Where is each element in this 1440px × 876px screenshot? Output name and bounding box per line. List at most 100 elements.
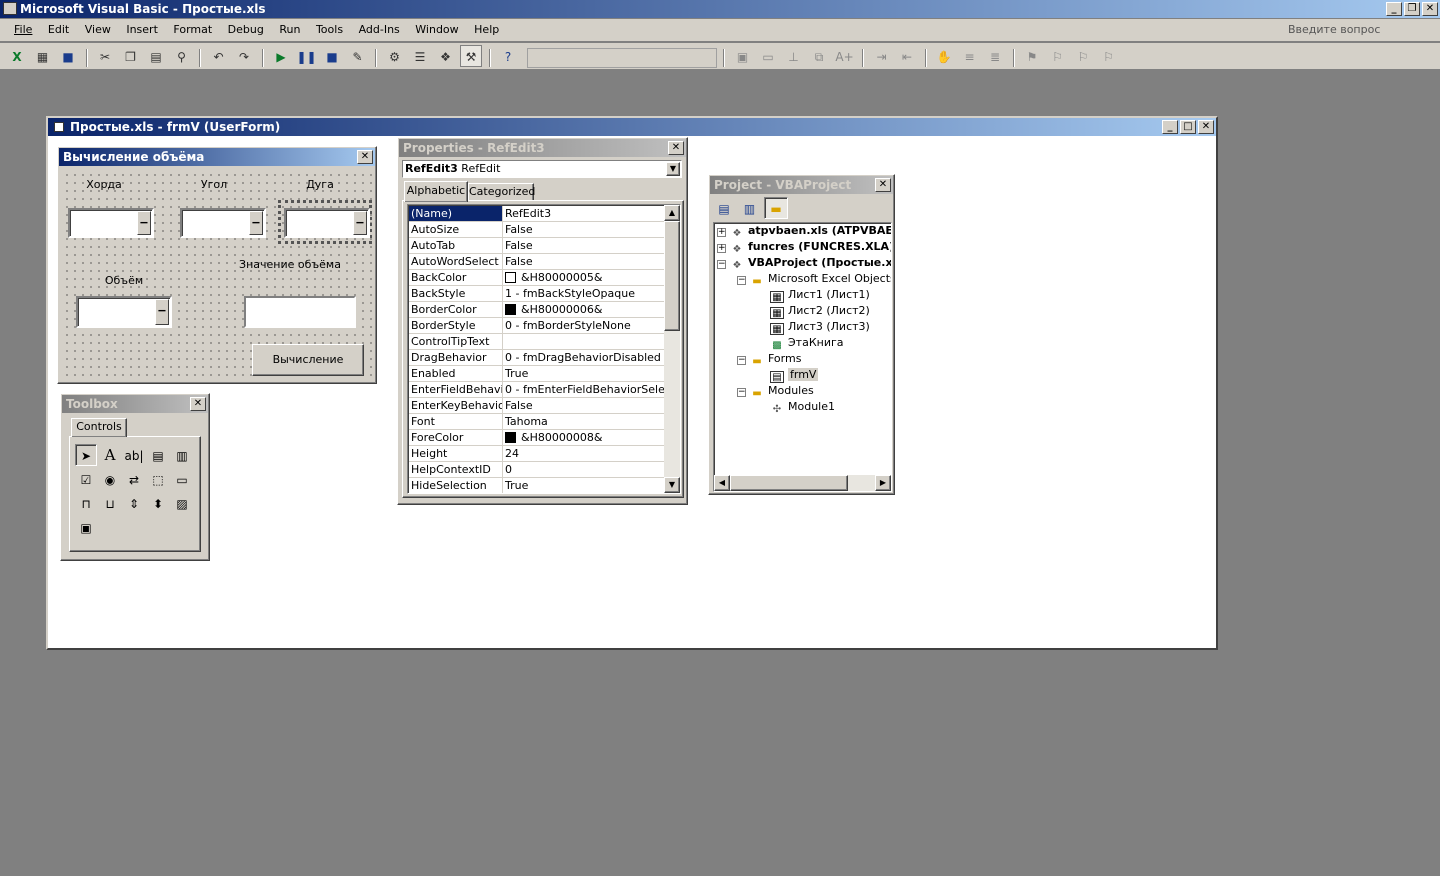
expand-funcres-icon[interactable]: + [717,244,726,253]
toggle-breakpoint-icon[interactable]: ✋ [933,46,955,68]
size-icon[interactable]: ⧉ [808,46,830,68]
property-value[interactable]: 0 - fmEnterFieldBehaviorSelectAll [503,382,665,397]
property-value[interactable]: False [503,222,665,237]
label-chord[interactable]: Хорда [72,178,136,191]
property-row[interactable]: ForeColor &H80000008& [409,430,665,446]
center-icon[interactable]: ⊥ [783,46,805,68]
next-bookmark-icon[interactable]: ⚐ [1047,46,1069,68]
property-value[interactable]: RefEdit3 [503,206,665,221]
tree-node-excel-objects[interactable]: ▬ Microsoft Excel Objects [750,271,891,287]
refedit-arc[interactable]: ▁ [284,208,370,238]
toolbox-tab-controls[interactable]: Controls [71,418,127,437]
refedit-button-icon[interactable]: ▁ [137,211,151,235]
textbox-control-icon[interactable]: ab| [123,445,145,467]
menu-insert[interactable]: Insert [120,20,164,40]
property-value[interactable]: False [503,254,665,269]
tree-node-sheet2[interactable]: ▦ Лист2 (Лист2) [770,303,870,319]
combobox-control-icon[interactable]: ▤ [147,445,169,467]
scroll-thumb[interactable] [664,221,680,331]
form-close-icon[interactable]: ✕ [357,150,373,164]
object-browser-icon[interactable]: ❖ [435,46,457,68]
reset-icon[interactable]: ■ [321,46,343,68]
properties-window-icon[interactable]: ☰ [409,46,431,68]
expand-atp-icon[interactable]: + [717,228,726,237]
hscroll-thumb[interactable] [730,475,848,491]
minimize-icon[interactable]: _ [1386,2,1402,16]
property-row[interactable]: DragBehavior 0 - fmDragBehaviorDisabled [409,350,665,366]
scroll-up-icon[interactable]: ▲ [664,205,680,221]
property-value[interactable] [503,334,665,349]
label-control-icon[interactable]: A [99,444,121,466]
tab-alphabetic[interactable]: Alphabetic [404,181,468,202]
togglebutton-control-icon[interactable]: ⇄ [123,469,145,491]
scroll-left-icon[interactable]: ◀ [714,475,730,491]
undo-icon[interactable]: ↶ [208,46,230,68]
property-value[interactable]: &H80000005& [503,270,665,285]
refedit-button-icon[interactable]: ▁ [353,211,367,235]
multipage-control-icon[interactable]: ⊔ [99,493,121,515]
userform-minimize-icon[interactable]: _ [1162,120,1178,134]
cut-icon[interactable]: ✂ [94,46,116,68]
menu-help[interactable]: Help [468,20,505,40]
restore-icon[interactable]: ❐ [1404,2,1420,16]
bring-front-icon[interactable]: ▣ [732,46,754,68]
textbox-volume-value[interactable] [244,296,356,328]
property-value[interactable]: &H80000008& [503,430,665,445]
property-value[interactable]: 0 - fmBorderStyleNone [503,318,665,333]
toggle-folders-icon[interactable]: ▬ [764,197,788,219]
refedit-control-icon[interactable]: ▣ [75,517,97,539]
tree-node-module1[interactable]: ✣ Module1 [770,399,835,415]
help-question-box[interactable]: Введите вопрос [1284,21,1434,39]
properties-scrollbar[interactable]: ▲ ▼ [664,205,680,493]
property-value[interactable]: 0 [503,462,665,477]
refedit-button-icon[interactable]: ▁ [155,299,169,325]
property-value[interactable]: 24 [503,446,665,461]
find-icon[interactable]: ⚲ [171,46,193,68]
align-icon[interactable]: ▭ [757,46,779,68]
tree-node-sheet3[interactable]: ▦ Лист3 (Лист3) [770,319,870,335]
label-arc[interactable]: Дуга [288,178,352,191]
spinbutton-control-icon[interactable]: ⬍ [147,493,169,515]
property-value[interactable]: Tahoma [503,414,665,429]
project-explorer-icon[interactable]: ⚙ [384,46,406,68]
property-value[interactable]: False [503,398,665,413]
project-hscrollbar[interactable]: ◀ ▶ [714,475,891,491]
save-icon[interactable]: ■ [57,46,79,68]
property-row[interactable]: HelpContextID 0 [409,462,665,478]
refedit-chord[interactable]: ▁ [68,208,154,238]
project-close-icon[interactable]: ✕ [875,178,891,192]
userform-maximize-icon[interactable]: □ [1180,120,1196,134]
property-value[interactable]: True [503,478,665,493]
tree-node-vbaproject[interactable]: ❖ VBAProject (Простые.xl [730,255,891,271]
collapse-modules-icon[interactable]: − [737,388,746,397]
tree-node-funcres[interactable]: ❖ funcres (FUNCRES.XLA) [730,239,891,255]
bookmark-icon[interactable]: ⚑ [1021,46,1043,68]
property-value[interactable]: False [503,238,665,253]
tree-node-sheet1[interactable]: ▦ Лист1 (Лист1) [770,287,870,303]
outdent-icon[interactable]: ⇤ [896,46,918,68]
run-icon[interactable]: ▶ [270,46,292,68]
close-icon[interactable]: ✕ [1422,2,1438,16]
collapse-excel-objects-icon[interactable]: − [737,276,746,285]
menu-format[interactable]: Format [167,20,218,40]
refedit-button-icon[interactable]: ▁ [249,211,263,235]
collapse-vbaproject-icon[interactable]: − [717,260,726,269]
refedit-angle[interactable]: ▁ [180,208,266,238]
scroll-right-icon[interactable]: ▶ [875,475,891,491]
label-volume[interactable]: Объём [92,274,156,287]
image-control-icon[interactable]: ▨ [171,493,193,515]
tree-node-forms[interactable]: ▬ Forms [750,351,801,367]
property-row[interactable]: AutoTab False [409,238,665,254]
property-row[interactable]: BorderStyle 0 - fmBorderStyleNone [409,318,665,334]
scroll-down-icon[interactable]: ▼ [664,477,680,493]
tree-node-thisbook[interactable]: ▩ ЭтаКнига [770,335,843,351]
frame-control-icon[interactable]: ⬚ [147,469,169,491]
checkbox-control-icon[interactable]: ☑ [75,469,97,491]
menu-addins[interactable]: Add-Ins [353,20,406,40]
tree-node-modules[interactable]: ▬ Modules [750,383,813,399]
toolbox-close-icon[interactable]: ✕ [190,397,206,411]
property-value[interactable]: True [503,366,665,381]
label-volume-value[interactable]: Значение объёма [238,258,342,271]
view-object-icon[interactable]: ▥ [739,198,761,220]
property-value[interactable]: &H80000006& [503,302,665,317]
